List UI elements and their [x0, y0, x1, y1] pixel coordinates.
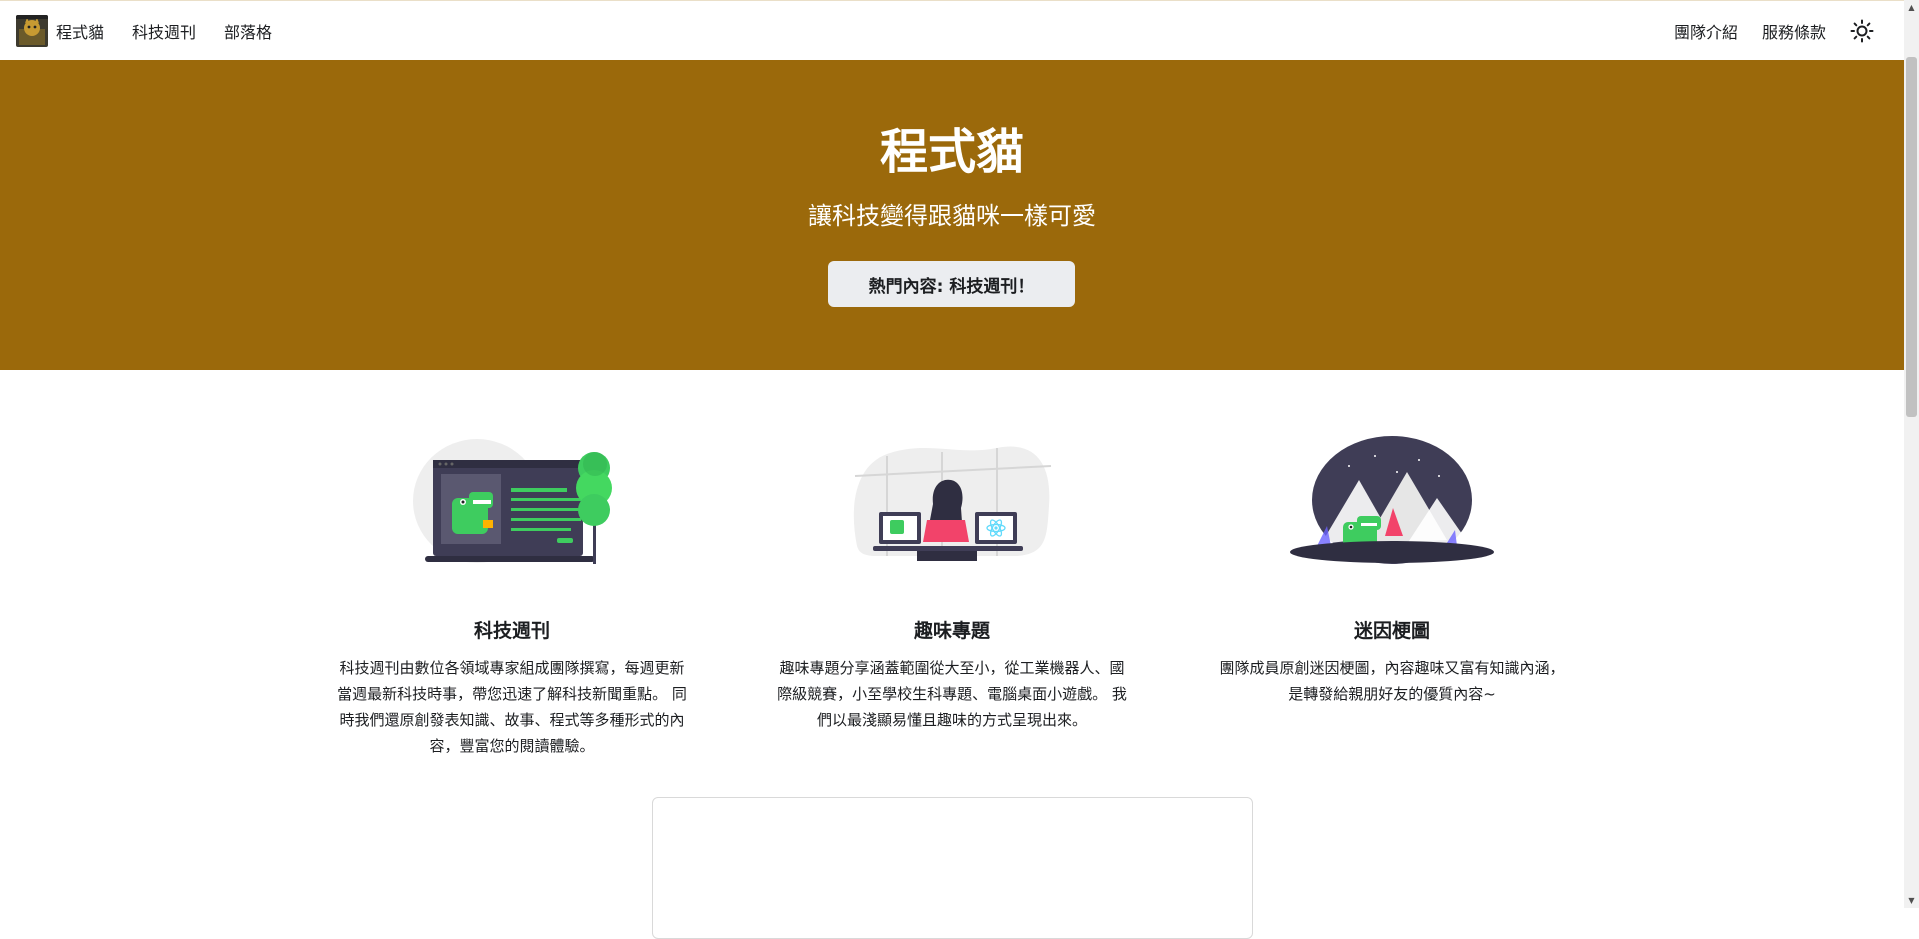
- feature-description: 團隊成員原創迷因梗圖，內容趣味又富有知識內涵， 是轉發給親朋好友的優質內容~: [1219, 659, 1565, 703]
- brand-logo[interactable]: [16, 15, 48, 47]
- sun-icon[interactable]: [1850, 19, 1874, 43]
- hero-banner: 程式貓 讓科技變得跟貓咪一樣可愛 熱門內容: 科技週刊！: [0, 60, 1904, 370]
- scroll-up-arrow-icon[interactable]: ▲: [1904, 0, 1919, 15]
- content-card: [652, 797, 1253, 939]
- nav-link-weekly[interactable]: 科技週刊: [132, 19, 196, 43]
- navbar: 程式貓 科技週刊 部落格 團隊介紹 服務條款: [0, 0, 1904, 60]
- feature-title: 科技週刊: [473, 620, 550, 642]
- nav-link-terms[interactable]: 服務條款: [1762, 19, 1826, 43]
- hero-cta-button[interactable]: 熱門內容: 科技週刊！: [828, 261, 1075, 307]
- feature-description: 趣味專題分享涵蓋範圍從大至小，從工業機器人、國 際級競賽，小至學校生科專題、電腦桌…: [777, 659, 1127, 729]
- feature-description: 科技週刊由數位各領域專家組成團隊撰寫，每週更新 當週最新科技時事，帶您迅速了解科技…: [337, 659, 687, 755]
- feature-memes: 迷因梗圖 團隊成員原創迷因梗圖，內容趣味又富有知識內涵， 是轉發給親朋好友的優質內…: [1202, 436, 1582, 707]
- navbar-left: 程式貓 科技週刊 部落格: [16, 15, 272, 47]
- page-scrollbar[interactable]: ▲ ▼: [1904, 0, 1919, 908]
- hero-title: 程式貓: [879, 124, 1024, 180]
- night-mountains-illustration: [1290, 436, 1494, 564]
- brand-title[interactable]: 程式貓: [56, 19, 104, 43]
- nav-link-team[interactable]: 團隊介紹: [1674, 19, 1738, 43]
- scroll-down-arrow-icon[interactable]: ▼: [1904, 893, 1919, 908]
- feature-topics: 趣味專題 趣味專題分享涵蓋範圍從大至小，從工業機器人、國 際級競賽，小至學校生科專…: [762, 436, 1142, 733]
- hero-subtitle: 讓科技變得跟貓咪一樣可愛: [808, 202, 1096, 230]
- laptop-dino-illustration: [413, 439, 612, 564]
- nav-link-blog[interactable]: 部落格: [224, 19, 272, 43]
- feature-title: 趣味專題: [913, 620, 990, 642]
- developer-desk-illustration: [853, 446, 1052, 561]
- navbar-right: 團隊介紹 服務條款: [1674, 15, 1874, 47]
- feature-weekly: 科技週刊 科技週刊由數位各領域專家組成團隊撰寫，每週更新 當週最新科技時事，帶您迅…: [322, 436, 702, 759]
- feature-title: 迷因梗圖: [1353, 620, 1430, 642]
- scrollbar-thumb[interactable]: [1906, 57, 1917, 417]
